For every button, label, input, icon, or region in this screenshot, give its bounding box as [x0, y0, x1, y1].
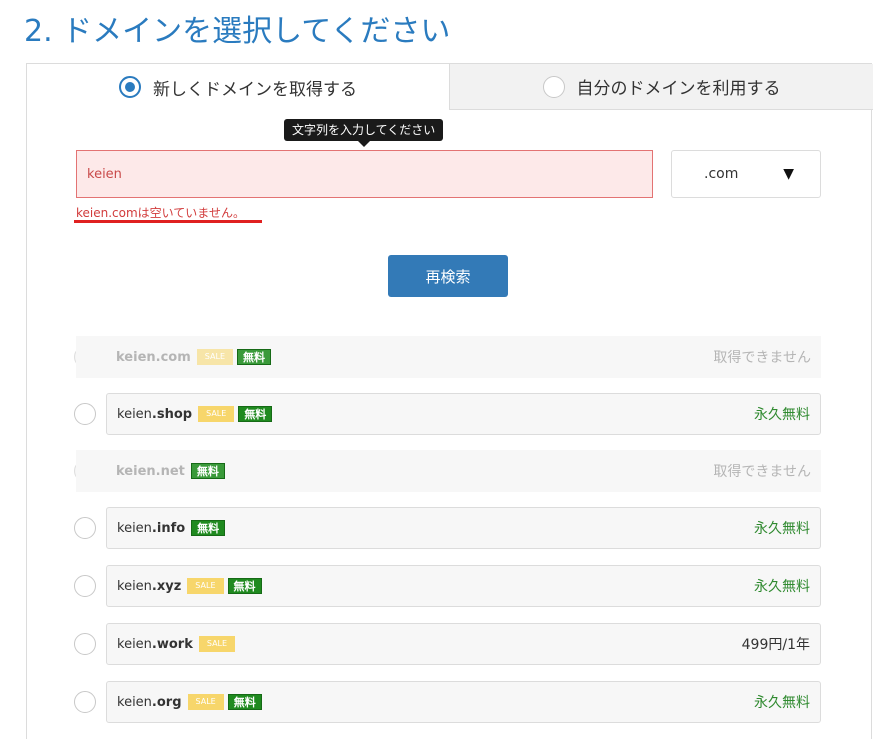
domain-name: keien.xyz — [117, 579, 181, 594]
free-badge: 無料 — [227, 694, 262, 710]
domain-name: keien.com — [116, 350, 191, 365]
domain-name: keien.org — [117, 695, 182, 710]
domain-tld: .xyz — [151, 578, 182, 594]
research-button[interactable]: 再検索 — [388, 255, 508, 297]
tld-select[interactable]: .com ▼ — [671, 150, 821, 198]
error-message: keien.comは空いていません。 — [76, 206, 245, 220]
tab-new-domain[interactable]: 新しくドメインを取得する — [27, 64, 449, 110]
domain-radio-org[interactable] — [74, 691, 96, 713]
domain-row-info[interactable]: keien.info 無料 永久無料 — [106, 507, 821, 549]
sale-badge: SALE — [187, 694, 224, 710]
domain-status: 永久無料 — [754, 695, 810, 711]
domain-tld: .com — [155, 349, 191, 365]
domain-row-net: keien.net 無料 取得できません — [76, 450, 821, 492]
free-badge: 無料 — [190, 463, 225, 479]
domain-status: 永久無料 — [754, 407, 810, 423]
free-badge: 無料 — [237, 349, 271, 365]
domain-base: keien — [117, 636, 152, 652]
domain-tld: .shop — [151, 406, 193, 422]
input-tooltip: 文字列を入力してください — [284, 119, 444, 147]
domain-base: keien — [116, 349, 156, 365]
sale-badge: SALE — [198, 636, 236, 652]
sale-badge: SALE — [198, 406, 235, 422]
tab-own-domain-label: 自分のドメインを利用する — [576, 79, 781, 99]
tld-select-value: .com — [704, 166, 739, 182]
tab-own-domain[interactable]: 自分のドメインを利用する — [449, 64, 873, 110]
free-badge: 無料 — [238, 406, 273, 422]
domain-base: keien — [117, 520, 152, 536]
free-badge: 無料 — [227, 578, 262, 594]
domain-status: 永久無料 — [754, 521, 810, 537]
domain-radio-info[interactable] — [74, 517, 96, 539]
domain-row-shop[interactable]: keien.shop SALE 無料 永久無料 — [106, 393, 821, 435]
domain-status: 永久無料 — [754, 579, 810, 595]
chevron-down-icon: ▼ — [783, 166, 794, 182]
sale-badge: SALE — [196, 349, 233, 365]
tab-new-domain-label: 新しくドメインを取得する — [153, 79, 357, 100]
domain-base: keien — [116, 463, 156, 479]
domain-name: keien.info — [117, 521, 185, 536]
domain-row-org[interactable]: keien.org SALE 無料 永久無料 — [106, 681, 821, 723]
domain-base: keien — [117, 578, 152, 594]
page-title: 2. ドメインを選択してください — [24, 14, 451, 49]
domain-search-input[interactable] — [76, 150, 653, 198]
free-badge: 無料 — [191, 520, 226, 536]
domain-base: keien — [117, 694, 152, 710]
domain-radio-xyz[interactable] — [74, 575, 96, 597]
sale-badge: SALE — [187, 578, 224, 594]
domain-row-xyz[interactable]: keien.xyz SALE 無料 永久無料 — [106, 565, 821, 607]
domain-radio-shop[interactable] — [74, 403, 96, 425]
domain-name: keien.net — [116, 464, 185, 479]
domain-row-work[interactable]: keien.work SALE 499円/1年 — [106, 623, 821, 665]
domain-status: 取得できません — [713, 464, 811, 480]
domain-status: 499円/1年 — [741, 637, 810, 653]
domain-tld: .org — [151, 694, 182, 710]
domain-status: 取得できません — [713, 350, 811, 366]
radio-own-domain[interactable] — [542, 75, 565, 98]
domain-tld: .info — [151, 520, 186, 536]
domain-radio-work[interactable] — [74, 633, 96, 655]
domain-base: keien — [117, 406, 152, 422]
domain-name: keien.work — [117, 637, 193, 652]
error-underline — [74, 220, 262, 223]
domain-tld: .work — [151, 636, 193, 652]
domain-row-com: keien.com SALE 無料 取得できません — [76, 336, 821, 378]
radio-new-domain[interactable] — [119, 76, 141, 98]
domain-tld: .net — [155, 463, 185, 479]
domain-name: keien.shop — [117, 407, 192, 422]
